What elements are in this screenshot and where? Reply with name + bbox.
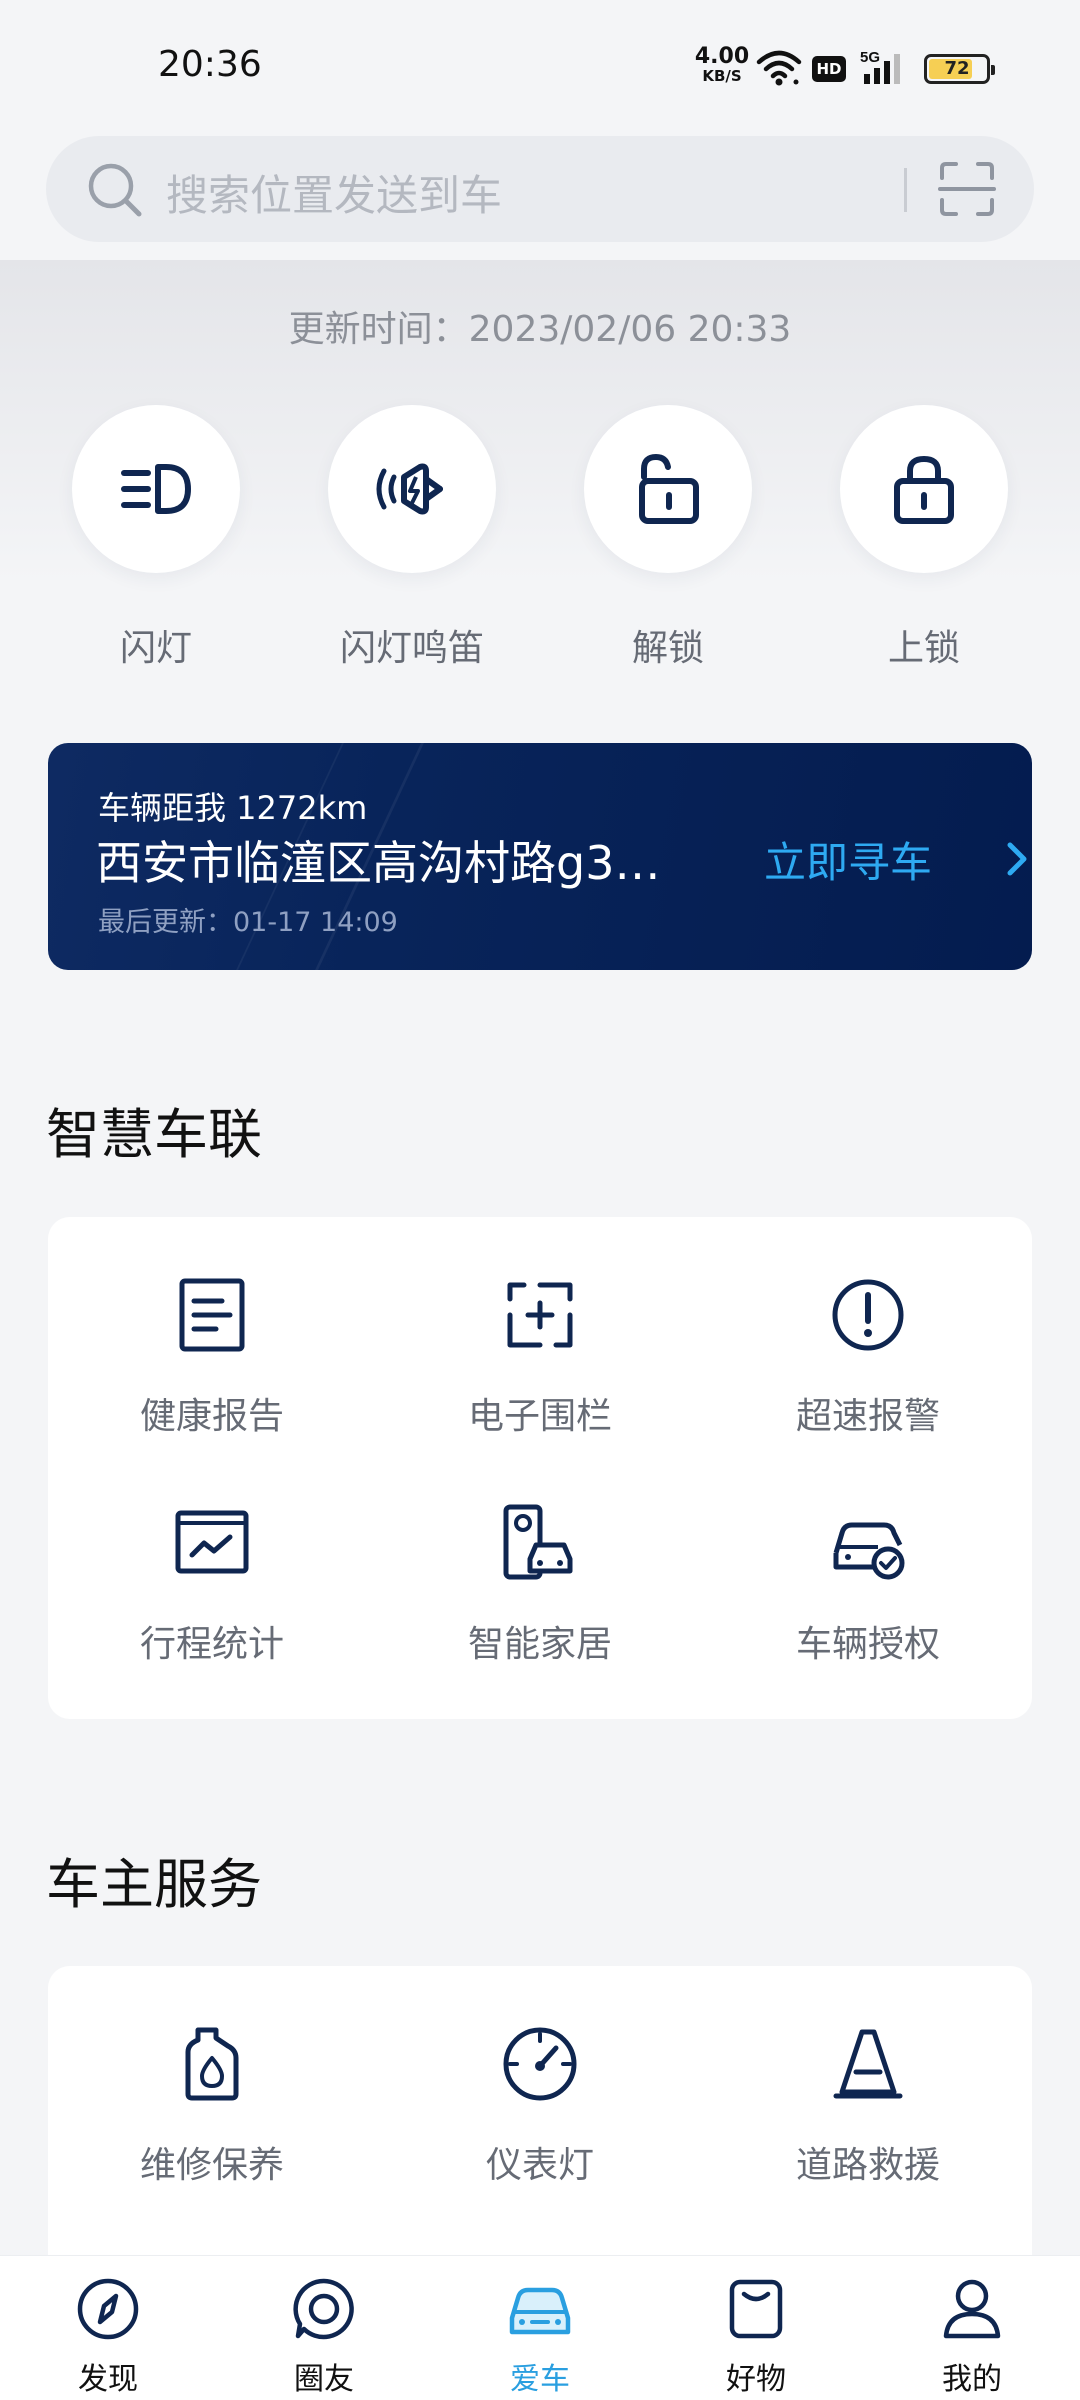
smart-services-card: 健康报告 电子围栏 超速报警 行程统计 智能家居 车辆授权 [48, 1217, 1032, 1719]
grid-label: 超速报警 [795, 1396, 940, 1437]
grid-label: 道路救援 [795, 2145, 940, 2186]
grid-label: 行程统计 [139, 1624, 284, 1665]
quick-actions: 闪灯 闪灯鸣笛 解锁 上锁 [0, 405, 1080, 685]
gauge-icon [503, 2027, 577, 2101]
nav-item-me[interactable]: 我的 [864, 2256, 1080, 2400]
status-time: 20:36 [158, 44, 262, 85]
grid-item-maintenance[interactable]: 维修保养 [48, 2024, 376, 2188]
nav-item-friends[interactable]: 圈友 [216, 2256, 432, 2400]
status-bar: 20:36 4.00 KB/S HD 5G 72 [0, 0, 1080, 130]
search-bar[interactable]: 搜索位置发送到车 [46, 136, 1034, 242]
grid-label: 车辆授权 [795, 1624, 940, 1665]
flash-honk-button[interactable]: 闪灯鸣笛 [312, 405, 512, 671]
geofence-icon [507, 1282, 573, 1348]
search-divider [904, 168, 907, 212]
grid-label: 维修保养 [139, 2145, 284, 2186]
grid-label: 仪表灯 [485, 2145, 594, 2186]
section-title-smart: 智慧车联 [46, 1103, 262, 1166]
horn-icon [376, 463, 443, 515]
lock-icon [894, 455, 954, 524]
speed-alarm-icon [832, 1279, 904, 1351]
qa-label: 闪灯 [119, 628, 192, 669]
nav-item-my-car[interactable]: 爱车 [432, 2256, 648, 2400]
nav-item-discover[interactable]: 发现 [0, 2256, 216, 2400]
qa-label: 闪灯鸣笛 [339, 628, 484, 669]
road-cone-icon [833, 2029, 903, 2099]
vehicle-location-card[interactable]: 车辆距我 1272km 西安市临潼区高沟村路g3… 最后更新：01-17 14:… [48, 743, 1032, 970]
hd-icon: HD [812, 56, 846, 82]
battery-indicator: 72 [924, 54, 995, 84]
last-update-time: 最后更新：01-17 14:09 [98, 907, 398, 938]
car-icon [509, 2287, 571, 2335]
grid-item-smart-home[interactable]: 智能家居 [376, 1503, 704, 1667]
unlock-icon [639, 453, 699, 524]
vehicle-authorization-icon [833, 1522, 905, 1580]
oil-bottle-icon [185, 2027, 239, 2101]
smart-home-icon [503, 1504, 573, 1580]
grid-item-road-rescue[interactable]: 道路救援 [704, 2024, 1032, 2188]
unlock-button[interactable]: 解锁 [568, 405, 768, 671]
bottom-navigation: 发现 圈友 爱车 好物 我的 [0, 2255, 1080, 2400]
find-car-button[interactable]: 立即寻车 [764, 829, 932, 890]
scan-icon[interactable] [936, 158, 998, 220]
compass-icon [77, 2278, 139, 2340]
chat-circle-icon [293, 2278, 354, 2340]
trip-stats-icon [175, 1510, 249, 1574]
signal-icon: 5G [860, 49, 900, 84]
lock-button[interactable]: 上锁 [824, 405, 1024, 671]
grid-item-geofence[interactable]: 电子围栏 [376, 1275, 704, 1439]
section-title-owner: 车主服务 [46, 1853, 262, 1916]
vehicle-address: 西安市临潼区高沟村路g3… [96, 836, 661, 890]
grid-item-trip-stats[interactable]: 行程统计 [48, 1503, 376, 1667]
headlight-icon [121, 464, 191, 514]
health-report-icon [179, 1278, 245, 1352]
grid-item-vehicle-authorization[interactable]: 车辆授权 [704, 1503, 1032, 1667]
grid-item-dashboard-lights[interactable]: 仪表灯 [376, 2024, 704, 2188]
svg-text:5G: 5G [860, 49, 880, 66]
nav-item-shop[interactable]: 好物 [648, 2256, 864, 2400]
grid-label: 智能家居 [467, 1624, 612, 1665]
wifi-icon [756, 50, 802, 86]
grid-label: 电子围栏 [467, 1396, 612, 1437]
vehicle-distance: 车辆距我 1272km [98, 789, 368, 827]
grid-item-speed-alarm[interactable]: 超速报警 [704, 1275, 1032, 1439]
flash-lights-button[interactable]: 闪灯 [56, 405, 256, 671]
search-input[interactable]: 搜索位置发送到车 [166, 162, 502, 223]
search-icon [88, 163, 142, 217]
app-screen: 20:36 4.00 KB/S HD 5G 72 搜索位置发送到车 更新时间：2… [0, 0, 1080, 2400]
chevron-right-icon[interactable] [1004, 839, 1030, 879]
network-speed: 4.00 KB/S [694, 44, 750, 85]
grid-label: 健康报告 [139, 1396, 284, 1437]
shopping-bag-icon [729, 2279, 783, 2339]
user-icon [943, 2279, 1001, 2339]
update-time: 更新时间：2023/02/06 20:33 [288, 309, 792, 350]
qa-label: 上锁 [887, 628, 960, 669]
qa-label: 解锁 [631, 628, 704, 669]
grid-item-health-report[interactable]: 健康报告 [48, 1275, 376, 1439]
